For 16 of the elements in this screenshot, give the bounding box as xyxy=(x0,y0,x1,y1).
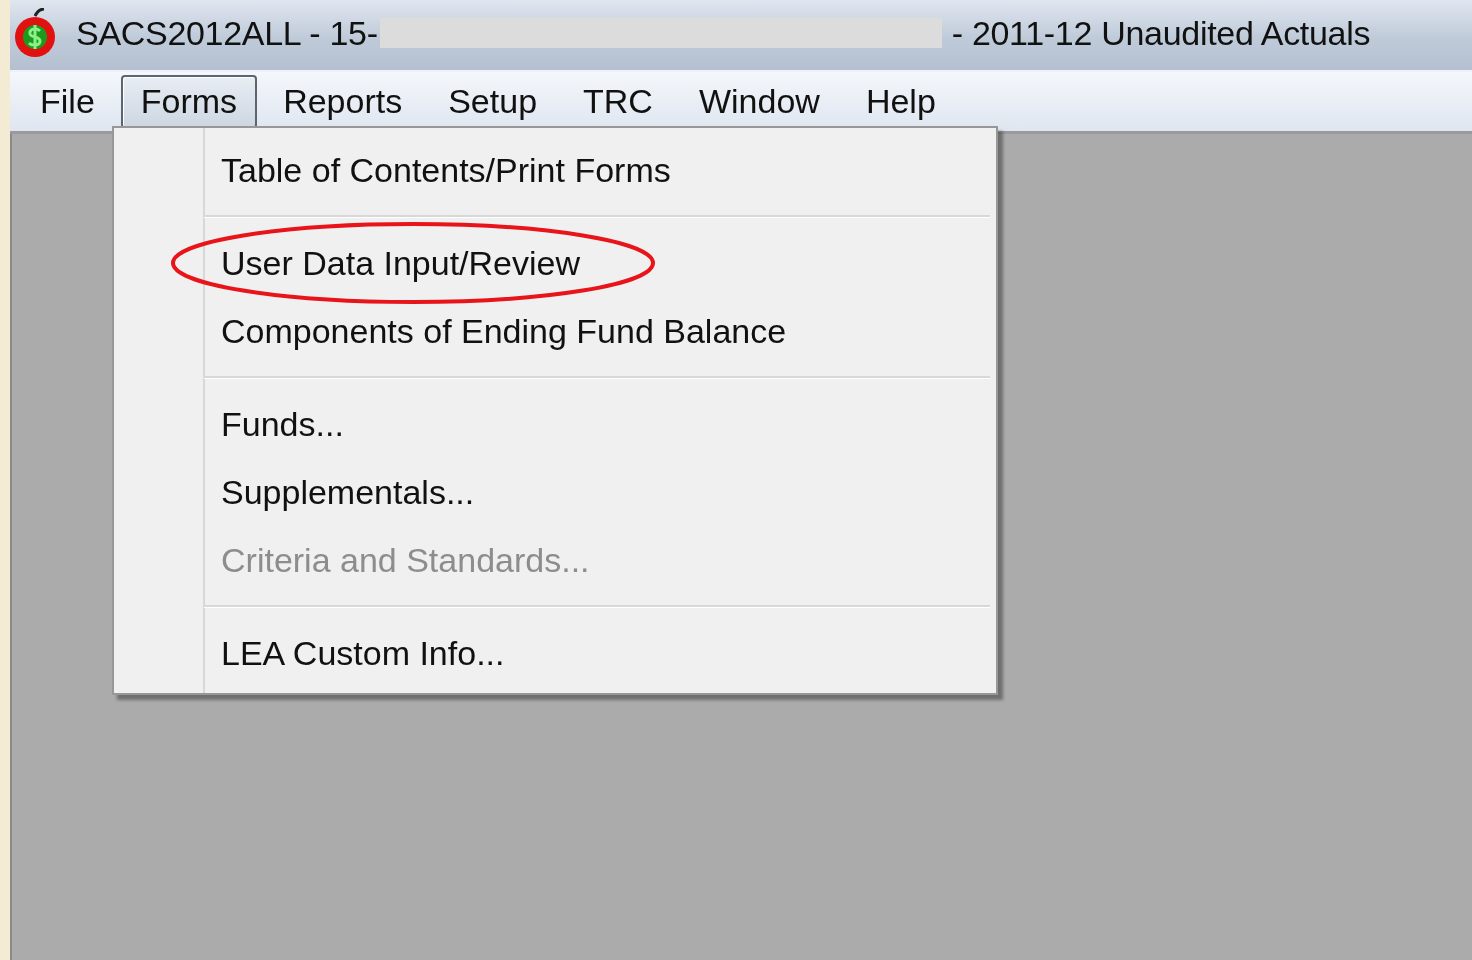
menu-item[interactable]: Forms xyxy=(120,74,258,129)
menu-option[interactable]: Components of Ending Fund Balance xyxy=(204,297,990,365)
menu-option[interactable]: Funds... xyxy=(204,390,990,458)
menu-item[interactable]: Reports xyxy=(263,74,423,129)
window-title: SACS2012ALL - 15- xyxy=(76,13,378,53)
menu-item[interactable]: Setup xyxy=(428,74,558,129)
menu-item[interactable]: Window xyxy=(678,74,840,129)
menu-option[interactable]: Supplementals... xyxy=(204,458,990,526)
menu-option[interactable]: LEA Custom Info... xyxy=(204,619,990,687)
menu-option[interactable]: Table of Contents/Print Forms xyxy=(204,136,990,204)
menu-option[interactable]: User Data Input/Review xyxy=(204,229,990,297)
apple-dollar-icon xyxy=(12,8,58,58)
menu-item[interactable]: File xyxy=(20,74,115,129)
window-title: - 2011-12 Unaudited Actuals xyxy=(951,13,1371,53)
menu-item[interactable]: Help xyxy=(845,74,956,129)
menu-item[interactable]: TRC xyxy=(563,74,673,129)
